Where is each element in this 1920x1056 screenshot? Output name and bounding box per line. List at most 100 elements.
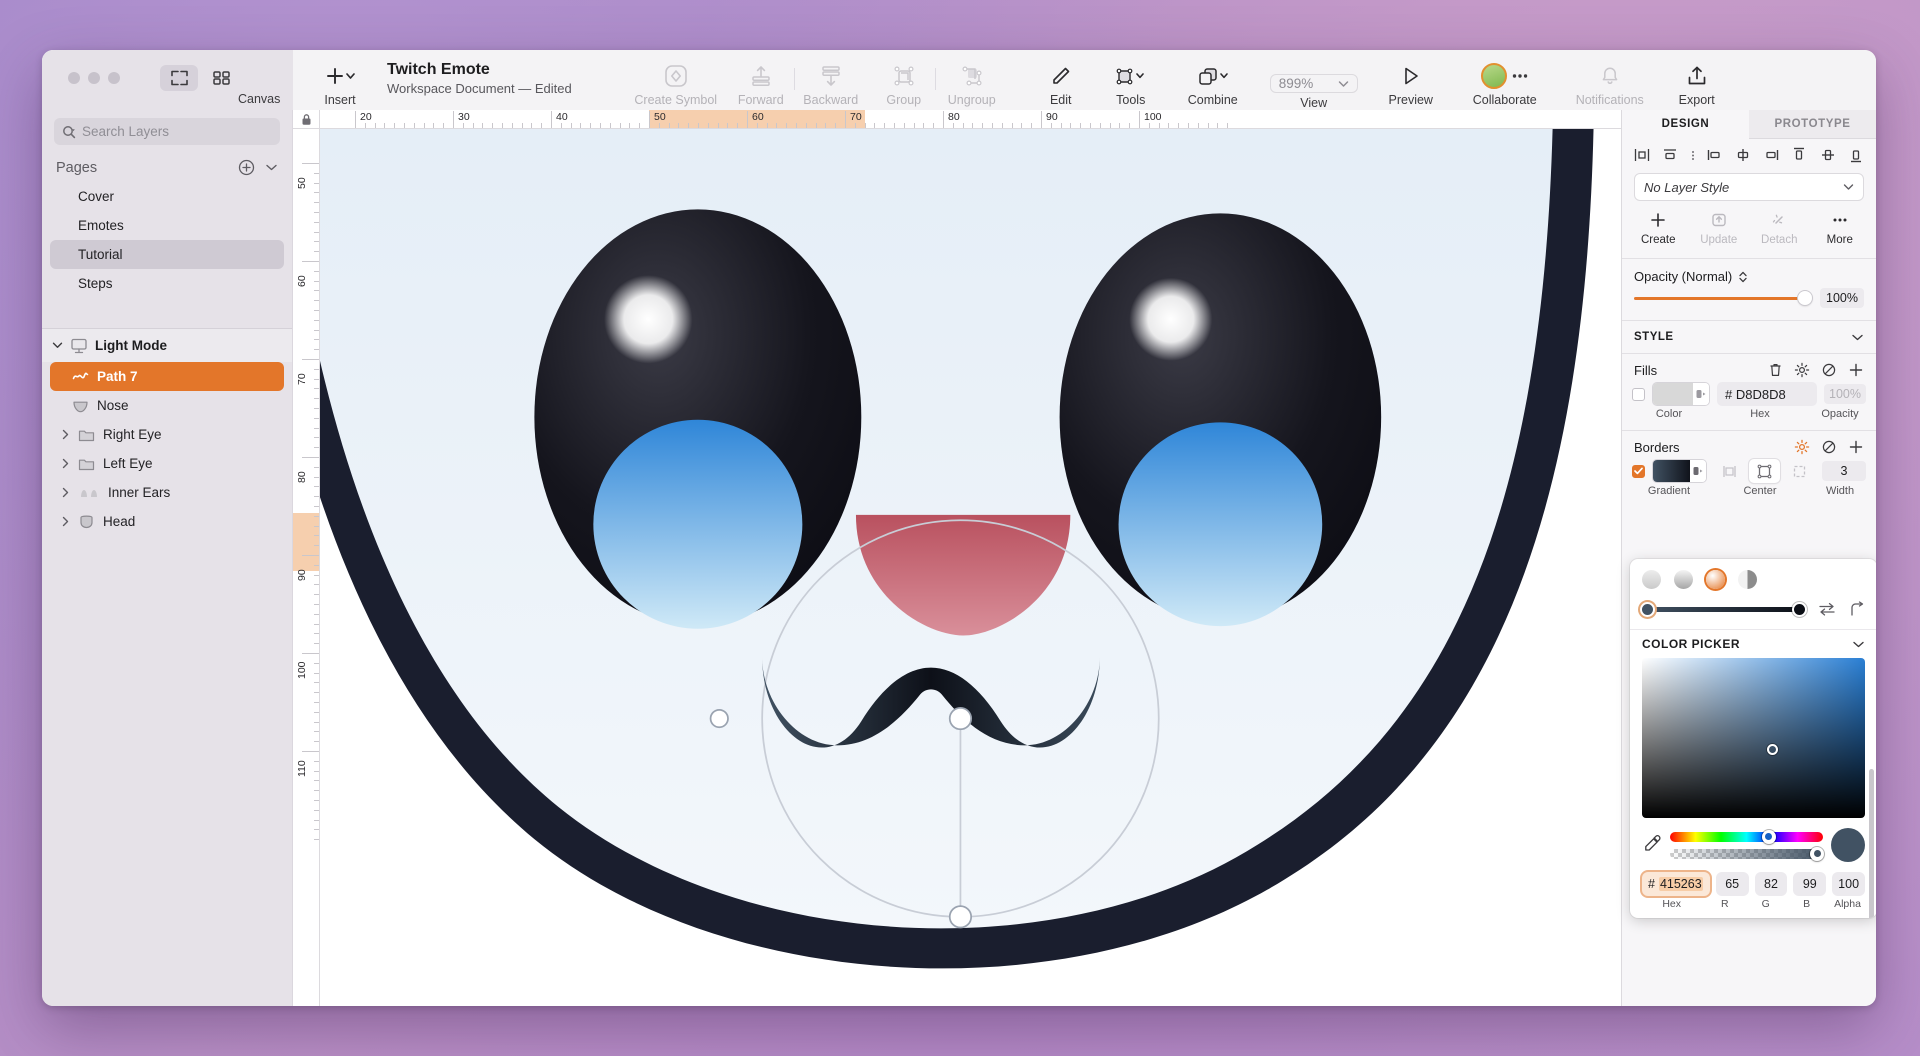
tab-design[interactable]: DESIGN [1622, 110, 1749, 139]
gradient-stops-bar[interactable] [1642, 607, 1805, 612]
create-symbol-button[interactable]: Create Symbol [624, 50, 728, 110]
alpha-knob[interactable] [1810, 847, 1824, 861]
backward-button[interactable]: Backward [795, 50, 867, 110]
pages-collapse-icon[interactable] [265, 163, 278, 172]
artboard-row-light-mode[interactable]: Light Mode [42, 329, 292, 362]
artwork-viewport[interactable] [320, 129, 1621, 1006]
horizontal-ruler[interactable]: 2030405060708090100 [293, 110, 1621, 129]
hide-border-icon[interactable] [1821, 439, 1837, 455]
view-toggle-group[interactable] [160, 65, 240, 91]
sv-selector-dot[interactable] [1767, 744, 1778, 755]
distribute-horizontal-icon[interactable] [1634, 147, 1650, 163]
g-input[interactable]: 82 [1755, 872, 1788, 896]
align-middle-icon[interactable] [1820, 147, 1836, 163]
tab-prototype[interactable]: PROTOTYPE [1749, 110, 1876, 139]
gradient-type-group[interactable] [1630, 559, 1876, 597]
blend-mode-stepper-icon[interactable] [1738, 270, 1748, 284]
add-fill-icon[interactable] [1848, 362, 1864, 378]
align-left-icon[interactable] [1707, 147, 1723, 163]
hue-slider[interactable] [1670, 832, 1823, 842]
border-gradient-swatch[interactable] [1652, 459, 1708, 483]
combine-button[interactable]: Combine [1170, 50, 1256, 110]
close-button[interactable] [68, 72, 80, 84]
vertical-ruler[interactable]: 5060708090100110 [293, 129, 320, 1006]
forward-button[interactable]: Forward [728, 50, 794, 110]
inspector-tabs[interactable]: DESIGN PROTOTYPE [1622, 110, 1876, 139]
align-top-icon[interactable] [1791, 147, 1807, 163]
color-picker-header[interactable]: COLOR PICKER [1630, 629, 1876, 658]
export-button[interactable]: Export [1660, 50, 1734, 110]
border-width-value[interactable]: 3 [1822, 461, 1866, 481]
expand-chevron-icon[interactable] [60, 458, 70, 469]
color-picker-popover[interactable]: COLOR PICKER [1630, 559, 1876, 918]
add-border-icon[interactable] [1848, 439, 1864, 455]
layer-style-select[interactable]: No Layer Style [1634, 173, 1864, 201]
more-style-button[interactable]: More [1810, 211, 1871, 246]
gradient-stop-start[interactable] [1640, 602, 1655, 617]
expand-chevron-icon[interactable] [60, 429, 70, 440]
saturation-value-field[interactable] [1642, 658, 1865, 818]
b-input[interactable]: 99 [1793, 872, 1826, 896]
chevron-down-icon[interactable] [52, 341, 63, 350]
border-center-button[interactable] [1749, 459, 1780, 483]
eyedropper-icon[interactable] [1642, 833, 1662, 857]
update-style-button[interactable]: Update [1689, 211, 1750, 246]
fill-opacity-value[interactable]: 100% [1824, 384, 1866, 404]
preview-button[interactable]: Preview [1372, 50, 1450, 110]
detach-style-button[interactable]: Detach [1749, 211, 1810, 246]
opacity-value[interactable]: 100% [1820, 288, 1864, 308]
add-page-icon[interactable] [238, 159, 255, 176]
gradient-radial-button[interactable] [1706, 570, 1725, 589]
border-position-group[interactable] [1714, 459, 1815, 483]
trash-icon[interactable] [1768, 362, 1783, 378]
page-item-cover[interactable]: Cover [50, 182, 284, 211]
popover-scrollbar[interactable] [1869, 769, 1874, 918]
expand-chevron-icon[interactable] [60, 516, 70, 527]
canvas-view-button[interactable] [160, 65, 198, 91]
page-item-emotes[interactable]: Emotes [50, 211, 284, 240]
layer-row-inner-ears[interactable]: Inner Ears [50, 478, 284, 507]
traffic-lights[interactable] [42, 65, 120, 84]
hue-knob[interactable] [1762, 830, 1776, 844]
gradient-angular-button[interactable] [1738, 570, 1757, 589]
border-enabled-checkbox[interactable] [1632, 465, 1645, 478]
gear-icon[interactable] [1794, 362, 1810, 378]
gradient-stop-end[interactable] [1792, 602, 1807, 617]
ungroup-button[interactable]: Ungroup [936, 50, 1008, 110]
rotate-gradient-icon[interactable] [1849, 601, 1865, 617]
edit-button[interactable]: Edit [1030, 50, 1092, 110]
zoom-button[interactable] [108, 72, 120, 84]
border-inside-button[interactable] [1714, 459, 1745, 483]
page-item-steps[interactable]: Steps [50, 269, 284, 298]
search-input[interactable]: Search Layers [54, 118, 280, 145]
gradient-linear-button[interactable] [1674, 570, 1693, 589]
view-zoom-control[interactable]: 899% View [1256, 50, 1372, 110]
gear-icon[interactable] [1794, 439, 1810, 455]
align-bottom-icon[interactable] [1848, 147, 1864, 163]
layer-row-right-eye[interactable]: Right Eye [50, 420, 284, 449]
gradient-flat-button[interactable] [1642, 570, 1661, 589]
fill-hex-input[interactable]: # D8D8D8 [1717, 382, 1817, 406]
grid-view-button[interactable] [202, 65, 240, 91]
tools-button[interactable]: Tools [1092, 50, 1170, 110]
style-section-header[interactable]: STYLE [1622, 325, 1876, 349]
layer-row-head[interactable]: Head [50, 507, 284, 536]
page-item-tutorial[interactable]: Tutorial [50, 240, 284, 269]
avatar[interactable] [1481, 63, 1507, 89]
fill-color-swatch[interactable] [1652, 382, 1710, 406]
distribute-vertical-icon[interactable] [1662, 147, 1678, 163]
reverse-gradient-icon[interactable] [1818, 602, 1836, 616]
zoom-select[interactable]: 899% [1270, 74, 1358, 93]
expand-chevron-icon[interactable] [60, 487, 70, 498]
create-style-button[interactable]: Create [1628, 211, 1689, 246]
alignment-toolbar[interactable] [1622, 139, 1876, 171]
minimize-button[interactable] [88, 72, 100, 84]
insert-button[interactable]: Insert [307, 50, 373, 110]
alpha-slider[interactable] [1670, 849, 1823, 859]
align-center-horizontal-icon[interactable] [1735, 147, 1751, 163]
group-button[interactable]: Group [873, 50, 935, 110]
align-right-icon[interactable] [1763, 147, 1779, 163]
emote-artwork[interactable] [320, 129, 1621, 1006]
layer-row-left-eye[interactable]: Left Eye [50, 449, 284, 478]
notifications-button[interactable]: Notifications [1560, 50, 1660, 110]
